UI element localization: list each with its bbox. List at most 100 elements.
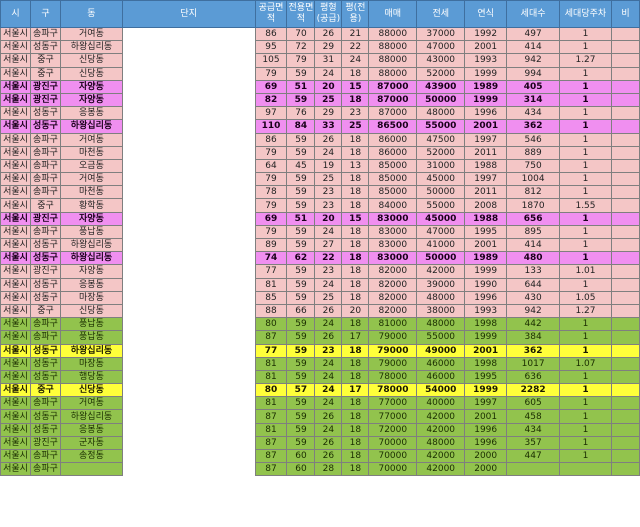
extra-cell[interactable] bbox=[610, 435, 640, 451]
city-cell[interactable]: 서울시 bbox=[0, 264, 31, 279]
neighborhood-cell[interactable]: 마장동 bbox=[59, 290, 123, 305]
exclusive-area-cell[interactable]: 59 bbox=[286, 277, 316, 292]
sale-price-cell[interactable]: 82000 bbox=[368, 303, 418, 319]
jeonse-price-cell[interactable]: 48000 bbox=[416, 290, 466, 305]
neighborhood-cell[interactable]: 자양동 bbox=[59, 79, 123, 94]
jeonse-price-cell[interactable]: 46000 bbox=[416, 369, 466, 385]
city-cell[interactable]: 서울시 bbox=[0, 396, 31, 411]
sale-price-cell[interactable]: 82000 bbox=[368, 290, 418, 305]
neighborhood-cell[interactable]: 하왕십리동 bbox=[59, 119, 123, 134]
city-cell[interactable]: 서울시 bbox=[0, 106, 31, 121]
parking-ratio-cell[interactable]: 1 bbox=[559, 409, 612, 424]
complex-cell[interactable] bbox=[121, 27, 256, 41]
build-year-cell[interactable]: 2008 bbox=[464, 198, 508, 213]
pyeong-exclusive-cell[interactable]: 18 bbox=[341, 396, 370, 411]
exclusive-area-cell[interactable]: 59 bbox=[286, 92, 316, 108]
sale-price-cell[interactable]: 85000 bbox=[368, 172, 418, 187]
sale-price-cell[interactable]: 88000 bbox=[368, 26, 418, 42]
household-count-cell[interactable]: 357 bbox=[506, 435, 561, 451]
build-year-cell[interactable]: 2001 bbox=[464, 237, 508, 253]
parking-ratio-cell[interactable]: 1 bbox=[559, 66, 612, 81]
complex-cell[interactable] bbox=[121, 238, 256, 252]
parking-ratio-cell[interactable]: 1 bbox=[559, 383, 612, 398]
col-parking-header[interactable]: 세대당주차 bbox=[559, 0, 612, 28]
district-cell[interactable]: 송파구 bbox=[29, 158, 61, 174]
complex-cell[interactable] bbox=[121, 172, 256, 186]
pyeong-exclusive-cell[interactable]: 18 bbox=[341, 462, 370, 477]
household-count-cell[interactable]: 430 bbox=[506, 290, 561, 305]
supply-area-cell[interactable]: 95 bbox=[254, 40, 288, 55]
parking-ratio-cell[interactable]: 1.27 bbox=[559, 53, 612, 68]
city-cell[interactable]: 서울시 bbox=[0, 66, 31, 81]
exclusive-area-cell[interactable]: 66 bbox=[286, 303, 316, 319]
extra-cell[interactable] bbox=[610, 383, 640, 398]
jeonse-price-cell[interactable]: 50000 bbox=[416, 185, 466, 200]
household-count-cell[interactable]: 414 bbox=[506, 40, 561, 55]
city-cell[interactable]: 서울시 bbox=[0, 343, 31, 358]
extra-cell[interactable] bbox=[610, 356, 640, 371]
pyeong-supply-cell[interactable]: 24 bbox=[314, 66, 343, 81]
city-cell[interactable]: 서울시 bbox=[0, 356, 31, 371]
district-cell[interactable]: 성동구 bbox=[29, 277, 61, 292]
jeonse-price-cell[interactable]: 37000 bbox=[416, 26, 466, 42]
city-cell[interactable]: 서울시 bbox=[0, 145, 31, 160]
supply-area-cell[interactable]: 77 bbox=[254, 343, 288, 358]
exclusive-area-cell[interactable]: 45 bbox=[286, 158, 316, 174]
complex-cell[interactable] bbox=[121, 106, 256, 120]
district-cell[interactable]: 송파구 bbox=[29, 172, 61, 187]
city-cell[interactable]: 서울시 bbox=[0, 383, 31, 398]
col-year-header[interactable]: 연식 bbox=[464, 0, 508, 28]
complex-cell[interactable] bbox=[121, 423, 256, 437]
exclusive-area-cell[interactable]: 79 bbox=[286, 53, 316, 68]
complex-cell[interactable] bbox=[121, 67, 256, 81]
household-count-cell[interactable]: 656 bbox=[506, 211, 561, 226]
parking-ratio-cell[interactable]: 1 bbox=[559, 317, 612, 332]
household-count-cell[interactable]: 405 bbox=[506, 79, 561, 94]
extra-cell[interactable] bbox=[610, 106, 640, 121]
pyeong-exclusive-cell[interactable]: 25 bbox=[341, 119, 370, 134]
neighborhood-cell[interactable]: 거여동 bbox=[59, 396, 123, 411]
sale-price-cell[interactable]: 78000 bbox=[368, 369, 418, 385]
household-count-cell[interactable]: 362 bbox=[506, 119, 561, 134]
city-cell[interactable]: 서울시 bbox=[0, 198, 31, 213]
neighborhood-cell[interactable]: 군자동 bbox=[59, 435, 123, 451]
parking-ratio-cell[interactable]: 1 bbox=[559, 40, 612, 55]
col-dong-header[interactable]: 동 bbox=[59, 0, 123, 28]
city-cell[interactable]: 서울시 bbox=[0, 185, 31, 200]
pyeong-exclusive-cell[interactable]: 18 bbox=[341, 132, 370, 147]
col-pyeong-exclusive-header[interactable]: 평(전용) bbox=[341, 0, 370, 28]
pyeong-exclusive-cell[interactable]: 18 bbox=[341, 317, 370, 332]
pyeong-supply-cell[interactable]: 19 bbox=[314, 158, 343, 174]
city-cell[interactable]: 서울시 bbox=[0, 158, 31, 174]
jeonse-price-cell[interactable]: 42000 bbox=[416, 462, 466, 477]
household-count-cell[interactable]: 480 bbox=[506, 251, 561, 266]
parking-ratio-cell[interactable]: 1 bbox=[559, 251, 612, 266]
neighborhood-cell[interactable]: 풍납동 bbox=[59, 317, 123, 332]
pyeong-supply-cell[interactable]: 26 bbox=[314, 435, 343, 451]
parking-ratio-cell[interactable]: 1 bbox=[559, 145, 612, 160]
pyeong-supply-cell[interactable]: 33 bbox=[314, 119, 343, 134]
build-year-cell[interactable]: 2011 bbox=[464, 145, 508, 160]
build-year-cell[interactable]: 2000 bbox=[464, 462, 508, 477]
supply-area-cell[interactable]: 81 bbox=[254, 396, 288, 411]
city-cell[interactable]: 서울시 bbox=[0, 251, 31, 266]
parking-ratio-cell[interactable]: 1 bbox=[559, 172, 612, 187]
neighborhood-cell[interactable]: 하왕십리동 bbox=[59, 251, 123, 266]
build-year-cell[interactable]: 1993 bbox=[464, 303, 508, 319]
city-cell[interactable]: 서울시 bbox=[0, 40, 31, 55]
city-cell[interactable]: 서울시 bbox=[0, 119, 31, 134]
city-cell[interactable]: 서울시 bbox=[0, 224, 31, 240]
pyeong-supply-cell[interactable]: 24 bbox=[314, 145, 343, 160]
complex-cell[interactable] bbox=[121, 198, 256, 213]
parking-ratio-cell[interactable]: 1.27 bbox=[559, 303, 612, 319]
pyeong-exclusive-cell[interactable]: 13 bbox=[341, 158, 370, 174]
neighborhood-cell[interactable]: 신당동 bbox=[59, 53, 123, 68]
household-count-cell[interactable]: 362 bbox=[506, 343, 561, 358]
exclusive-area-cell[interactable]: 59 bbox=[286, 343, 316, 358]
neighborhood-cell[interactable]: 황학동 bbox=[59, 198, 123, 213]
parking-ratio-cell[interactable]: 1 bbox=[559, 119, 612, 134]
supply-area-cell[interactable]: 74 bbox=[254, 251, 288, 266]
district-cell[interactable]: 송파구 bbox=[29, 448, 61, 464]
pyeong-exclusive-cell[interactable]: 22 bbox=[341, 40, 370, 55]
sale-price-cell[interactable]: 86500 bbox=[368, 119, 418, 134]
